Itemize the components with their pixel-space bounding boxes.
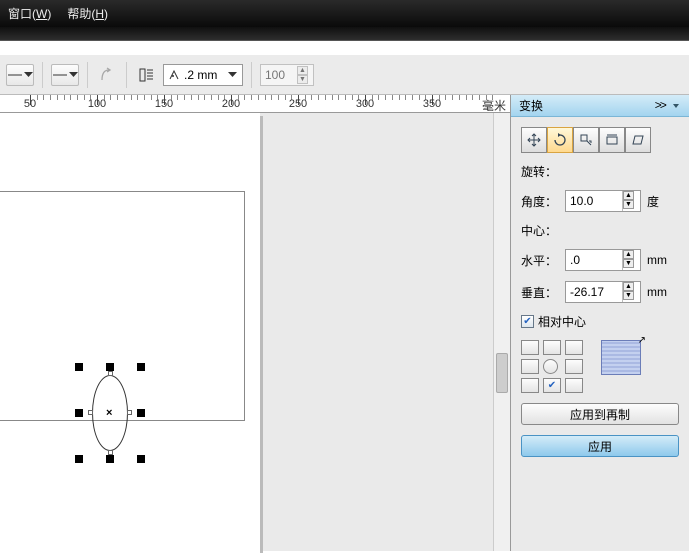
node-left[interactable] — [88, 410, 93, 415]
vert-label: 垂直： — [521, 284, 559, 301]
checkbox-icon: ✔ — [521, 315, 534, 328]
vert-input[interactable] — [566, 282, 622, 302]
handle-middle-left[interactable] — [75, 409, 83, 417]
stroke-width-select[interactable] — [163, 64, 243, 86]
handle-middle-right[interactable] — [137, 409, 145, 417]
center-section-label: 中心： — [521, 222, 679, 239]
anchor-grid: ✔ — [521, 340, 583, 393]
apply-label: 应用 — [588, 438, 612, 455]
horiz-input-group: ▲▼ — [565, 249, 641, 271]
horiz-spinner[interactable]: ▲▼ — [622, 250, 634, 270]
menu-window[interactable]: 窗口(W) — [8, 5, 51, 22]
center-marker-icon: × — [106, 407, 112, 419]
scrollbar-thumb[interactable] — [496, 353, 508, 393]
horiz-label: 水平： — [521, 252, 559, 269]
titlebar-strip — [0, 27, 689, 41]
vert-spinner[interactable]: ▲▼ — [622, 282, 634, 302]
node-right[interactable] — [127, 410, 132, 415]
angle-input[interactable] — [566, 191, 622, 211]
relative-center-label: 相对中心 — [538, 313, 586, 330]
opacity-input[interactable] — [265, 68, 293, 82]
handle-top-right[interactable] — [137, 363, 145, 371]
tab-scale[interactable] — [573, 127, 599, 153]
docker-titlebar[interactable]: 变换 >> — [511, 95, 689, 117]
docker-title: 变换 — [519, 97, 543, 114]
anchor-mr[interactable] — [565, 359, 583, 374]
transform-docker: 变换 >> 旋转： 角度： ▲▼ 度 中心： 水平： — [510, 95, 689, 551]
vert-unit: mm — [647, 285, 667, 299]
angle-label: 角度： — [521, 193, 559, 210]
wrap-text-icon[interactable] — [135, 64, 157, 86]
stroke-width-input[interactable] — [184, 68, 224, 82]
auto-close-icon[interactable] — [96, 64, 118, 86]
transform-preview: ↗ — [601, 340, 641, 375]
anchor-center[interactable] — [543, 359, 558, 374]
anchor-br[interactable] — [565, 378, 583, 393]
handle-bottom-right[interactable] — [137, 455, 145, 463]
menu-window-label: 窗口 — [8, 7, 32, 21]
handle-bottom-middle[interactable] — [106, 455, 114, 463]
opacity-input-group: ▲▼ — [260, 64, 314, 86]
tab-rotate[interactable] — [547, 127, 573, 153]
selected-object[interactable]: × — [75, 363, 145, 463]
anchor-tl[interactable] — [521, 340, 539, 355]
anchor-ml[interactable] — [521, 359, 539, 374]
handle-top-left[interactable] — [75, 363, 83, 371]
node-bottom[interactable] — [108, 450, 113, 455]
vertical-scrollbar[interactable] — [493, 113, 510, 551]
anchor-bm[interactable]: ✔ — [543, 378, 561, 393]
horiz-input[interactable] — [566, 250, 622, 270]
line-style-dropdown[interactable] — [51, 64, 79, 86]
angle-spinner[interactable]: ▲▼ — [622, 191, 634, 211]
line-start-dropdown[interactable] — [6, 64, 34, 86]
anchor-tr[interactable] — [565, 340, 583, 355]
horizontal-ruler: 毫米 50100150200250300350 — [0, 95, 510, 113]
angle-unit: 度 — [647, 193, 667, 210]
preview-arrow-icon: ↗ — [638, 335, 646, 346]
menu-help[interactable]: 帮助(H) — [67, 5, 108, 22]
node-top[interactable] — [108, 371, 113, 376]
tab-size[interactable] — [599, 127, 625, 153]
tab-position[interactable] — [521, 127, 547, 153]
handle-top-middle[interactable] — [106, 363, 114, 371]
handle-bottom-left[interactable] — [75, 455, 83, 463]
menu-bar: 窗口(W) 帮助(H) — [0, 0, 689, 27]
opacity-spinner[interactable]: ▲▼ — [297, 66, 308, 84]
transform-tabs — [521, 127, 679, 153]
apply-duplicate-label: 应用到再制 — [570, 406, 630, 423]
relative-center-checkbox[interactable]: ✔ 相对中心 — [521, 313, 679, 330]
menu-help-label: 帮助 — [67, 7, 91, 21]
property-bar: ▲▼ — [0, 55, 689, 95]
angle-input-group: ▲▼ — [565, 190, 641, 212]
rotate-section-label: 旋转： — [521, 163, 679, 180]
apply-duplicate-button[interactable]: 应用到再制 — [521, 403, 679, 425]
horiz-unit: mm — [647, 253, 667, 267]
anchor-tm[interactable] — [543, 340, 561, 355]
apply-button[interactable]: 应用 — [521, 435, 679, 457]
anchor-bl[interactable] — [521, 378, 539, 393]
vert-input-group: ▲▼ — [565, 281, 641, 303]
docker-menu-icon[interactable] — [671, 101, 681, 111]
canvas-area[interactable]: × — [0, 113, 510, 551]
outline-pen-icon — [168, 69, 180, 81]
tab-skew[interactable] — [625, 127, 651, 153]
collapse-icon[interactable]: >> — [655, 99, 665, 113]
